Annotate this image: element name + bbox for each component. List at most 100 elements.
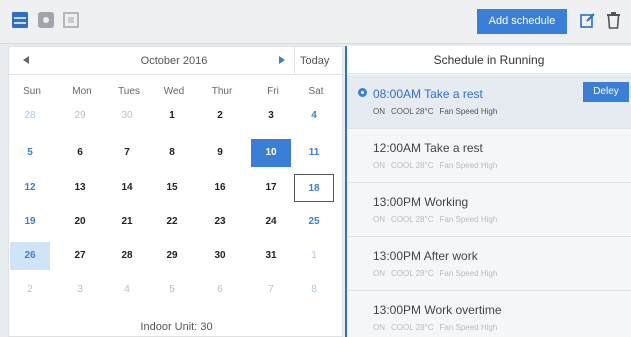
next-month-icon[interactable] xyxy=(279,56,285,64)
today-button[interactable]: Today xyxy=(300,55,329,67)
schedule-fan: Fan Speed High xyxy=(439,215,498,224)
calendar-day[interactable]: 7 xyxy=(107,139,147,167)
schedule-mode: ON xyxy=(373,107,385,116)
schedule-fan: Fan Speed High xyxy=(439,323,498,332)
calendar-day[interactable]: 8 xyxy=(294,276,334,304)
weekday-label: Tues xyxy=(118,86,140,97)
grid-icon[interactable] xyxy=(63,12,79,28)
gear-icon[interactable] xyxy=(38,12,54,28)
schedule-mode: ON xyxy=(373,161,385,170)
schedule-temp: COOL 28°C xyxy=(391,215,434,224)
calendar-day[interactable]: 22 xyxy=(152,208,192,236)
weekday-label: Sun xyxy=(23,86,41,97)
calendar-day[interactable]: 25 xyxy=(294,208,334,236)
calendar-day[interactable]: 26 xyxy=(10,242,50,270)
calendar-day[interactable]: 5 xyxy=(10,139,50,167)
schedule-item-details: ON COOL 28°C Fan Speed High xyxy=(373,107,503,116)
calendar-day[interactable]: 11 xyxy=(294,139,334,167)
schedule-time: 08:00AM xyxy=(373,87,422,101)
schedule-mode: ON xyxy=(373,215,385,224)
weekday-label: Fri xyxy=(267,86,279,97)
calendar-day[interactable]: 28 xyxy=(10,102,50,130)
schedule-item-details: ON COOL 28°C Fan Speed High xyxy=(373,269,503,278)
schedule-item[interactable]: 08:00AM Take a rest ON COOL 28°C Fan Speed … xyxy=(347,75,631,129)
schedule-name: Work overtime xyxy=(424,303,502,317)
calendar-day[interactable]: 9 xyxy=(200,139,240,167)
calendar-day[interactable]: 1 xyxy=(294,242,334,270)
calendar-day[interactable]: 3 xyxy=(60,276,100,304)
trash-icon[interactable] xyxy=(606,11,621,29)
edit-icon[interactable] xyxy=(580,12,596,28)
calendar-day[interactable]: 6 xyxy=(200,276,240,304)
calendar-day[interactable]: 1 xyxy=(152,102,192,130)
prev-month-icon[interactable] xyxy=(23,56,29,64)
schedule-fan: Fan Speed High xyxy=(439,107,498,116)
calendar-day[interactable]: 20 xyxy=(60,208,100,236)
calendar-day[interactable]: 5 xyxy=(152,276,192,304)
schedule-item[interactable]: 13:00PM Work overtime ON COOL 28°C Fan Spee… xyxy=(347,291,631,337)
schedule-item-details: ON COOL 28°C Fan Speed High xyxy=(373,215,503,224)
delete-button[interactable]: Deley xyxy=(583,82,629,102)
month-title: October 2016 xyxy=(140,55,208,67)
calendar-day[interactable]: 10 xyxy=(251,139,291,167)
calendar-day[interactable]: 18 xyxy=(294,174,334,202)
list-icon[interactable] xyxy=(12,12,28,28)
calendar-day[interactable]: 30 xyxy=(200,242,240,270)
schedule-item-details: ON COOL 28°C Fan Speed High xyxy=(373,161,503,170)
schedule-name: Working xyxy=(424,195,469,209)
weekday-label: Mon xyxy=(72,86,92,97)
schedule-time: 12:00AM xyxy=(373,141,422,155)
calendar-header: October 2016 Today xyxy=(9,47,344,75)
schedule-item-title: 08:00AM Take a rest xyxy=(373,87,483,101)
calendar-day[interactable]: 19 xyxy=(10,208,50,236)
schedule-item[interactable]: 13:00PM Working ON COOL 28°C Fan Speed High xyxy=(347,183,631,237)
schedule-item-title: 13:00PM After work xyxy=(373,249,478,263)
calendar-day[interactable]: 2 xyxy=(200,102,240,130)
indoor-unit-label: Indoor Unit: 30 xyxy=(140,321,213,333)
calendar-day[interactable]: 12 xyxy=(10,174,50,202)
add-schedule-button[interactable]: Add schedule xyxy=(477,9,567,34)
schedule-panel: Schedule in Running 08:00AM Take a rest O… xyxy=(345,46,631,337)
schedule-item[interactable]: 13:00PM After work ON COOL 28°C Fan Speed H… xyxy=(347,237,631,291)
calendar-day[interactable]: 4 xyxy=(107,276,147,304)
calendar-day[interactable]: 21 xyxy=(107,208,147,236)
calendar-day[interactable]: 6 xyxy=(60,139,100,167)
calendar-day[interactable]: 3 xyxy=(251,102,291,130)
calendar-day[interactable]: 29 xyxy=(152,242,192,270)
calendar-day[interactable]: 27 xyxy=(60,242,100,270)
calendar-day[interactable]: 15 xyxy=(152,174,192,202)
schedule-item-title: 13:00PM Working xyxy=(373,195,468,209)
calendar-day[interactable]: 17 xyxy=(251,174,291,202)
schedule-time: 13:00PM xyxy=(373,303,422,317)
calendar-day[interactable]: 13 xyxy=(60,174,100,202)
header-divider xyxy=(294,47,295,75)
weekday-label: Thur xyxy=(211,86,233,97)
schedule-time: 13:00PM xyxy=(373,249,422,263)
schedule-fan: Fan Speed High xyxy=(439,269,498,278)
schedule-mode: ON xyxy=(373,323,385,332)
calendar-day[interactable]: 30 xyxy=(107,102,147,130)
toolbar: Add schedule xyxy=(0,0,631,44)
calendar-day[interactable]: 4 xyxy=(294,102,334,130)
calendar-day[interactable]: 28 xyxy=(107,242,147,270)
schedule-item-details: ON COOL 28°C Fan Speed High xyxy=(373,323,503,332)
calendar-day[interactable]: 8 xyxy=(152,139,192,167)
schedule-fan: Fan Speed High xyxy=(439,161,498,170)
schedule-item[interactable]: 12:00AM Take a rest ON COOL 28°C Fan Speed … xyxy=(347,129,631,183)
calendar-day[interactable]: 29 xyxy=(60,102,100,130)
schedule-item-title: 12:00AM Take a rest xyxy=(373,141,483,155)
weekday-label: Wed xyxy=(163,86,185,97)
weekday-label: Sat xyxy=(308,86,324,97)
calendar-day[interactable]: 23 xyxy=(200,208,240,236)
schedule-temp: COOL 28°C xyxy=(391,161,434,170)
schedule-name: Take a rest xyxy=(424,141,483,155)
schedule-item-title: 13:00PM Work overtime xyxy=(373,303,502,317)
calendar-day[interactable]: 14 xyxy=(107,174,147,202)
calendar-day[interactable]: 24 xyxy=(251,208,291,236)
schedule-name: After work xyxy=(423,249,478,263)
calendar-day[interactable]: 2 xyxy=(10,276,50,304)
calendar-day[interactable]: 31 xyxy=(251,242,291,270)
calendar-day[interactable]: 16 xyxy=(200,174,240,202)
calendar-day[interactable]: 7 xyxy=(251,276,291,304)
schedule-temp: COOL 28°C xyxy=(391,269,434,278)
